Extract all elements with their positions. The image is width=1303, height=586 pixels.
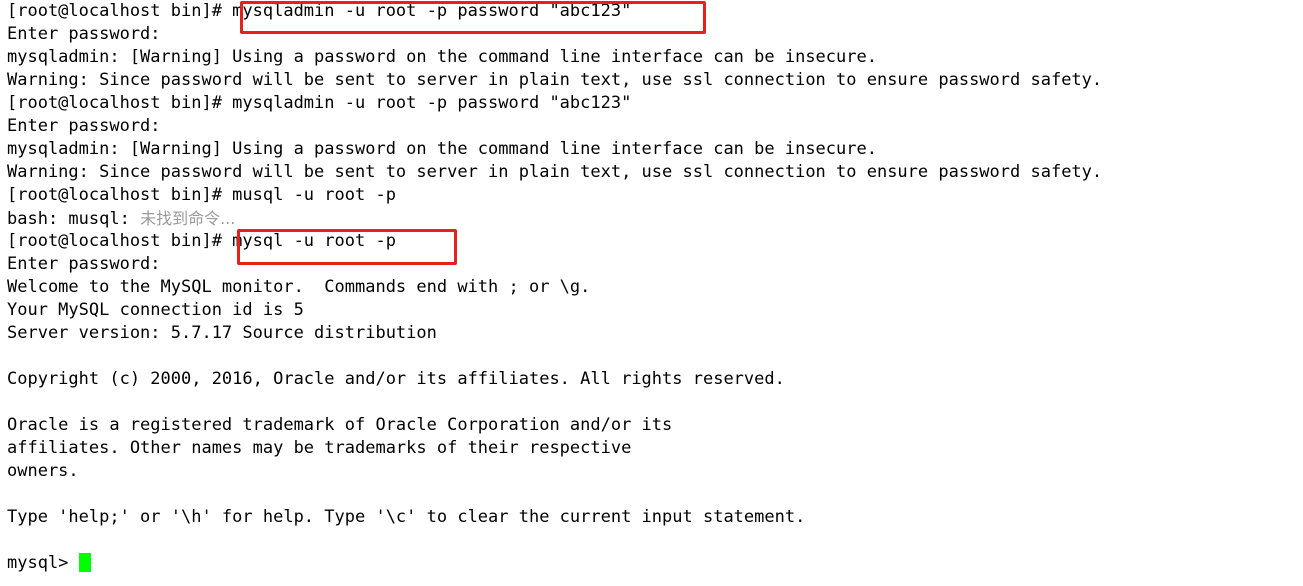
terminal-line-text: [root@localhost bin]# mysql -u root -p <box>7 231 396 251</box>
terminal-line-output: Welcome to the MySQL monitor. Commands e… <box>7 276 1297 299</box>
terminal-line-text: Warning: Since password will be sent to … <box>7 70 1103 90</box>
terminal-line-output: affiliates. Other names may be trademark… <box>7 437 1297 460</box>
terminal-line-text: Enter password: <box>7 254 161 274</box>
terminal-line-text-cjk: 未找到命令... <box>140 209 236 228</box>
terminal-line-text: Copyright (c) 2000, 2016, Oracle and/or … <box>7 369 785 389</box>
terminal-line-text: Warning: Since password will be sent to … <box>7 162 1103 182</box>
terminal-line-command: [root@localhost bin]# mysqladmin -u root… <box>7 92 1297 115</box>
terminal-line-output: Type 'help;' or '\h' for help. Type '\c'… <box>7 506 1297 529</box>
terminal-line-text: Enter password: <box>7 24 161 44</box>
terminal-line-output: Copyright (c) 2000, 2016, Oracle and/or … <box>7 368 1297 391</box>
terminal-line-output: Your MySQL connection id is 5 <box>7 299 1297 322</box>
terminal-window[interactable]: [root@localhost bin]# mysqladmin -u root… <box>0 0 1303 586</box>
terminal-line-command: [root@localhost bin]# musql -u root -p <box>7 184 1297 207</box>
terminal-line-text: Server version: 5.7.17 Source distributi… <box>7 323 437 343</box>
terminal-line-output: Server version: 5.7.17 Source distributi… <box>7 322 1297 345</box>
terminal-line-output: owners. <box>7 460 1297 483</box>
terminal-line-text: Enter password: <box>7 116 161 136</box>
terminal-line-text: owners. <box>7 461 79 481</box>
terminal-line-text: bash: musql: <box>7 209 141 229</box>
terminal-line-text: Welcome to the MySQL monitor. Commands e… <box>7 277 591 297</box>
terminal-line-warning: mysqladmin: [Warning] Using a password o… <box>7 46 1297 69</box>
terminal-line-output: Enter password: <box>7 115 1297 138</box>
terminal-line-command: [root@localhost bin]# mysql -u root -p <box>7 230 1297 253</box>
terminal-line-text: Your MySQL connection id is 5 <box>7 300 304 320</box>
terminal-line-text: [root@localhost bin]# musql -u root -p <box>7 185 396 205</box>
terminal-line-text: mysqladmin: [Warning] Using a password o… <box>7 47 877 67</box>
terminal-line-output: Enter password: <box>7 23 1297 46</box>
terminal-line-output: Enter password: <box>7 253 1297 276</box>
terminal-line-output: Oracle is a registered trademark of Orac… <box>7 414 1297 437</box>
terminal-line-warning: Warning: Since password will be sent to … <box>7 69 1297 92</box>
terminal-line-text: [root@localhost bin]# mysqladmin -u root… <box>7 1 632 21</box>
terminal-line-command: [root@localhost bin]# mysqladmin -u root… <box>7 0 1297 23</box>
terminal-line-text: [root@localhost bin]# mysqladmin -u root… <box>7 93 632 113</box>
terminal-line-text: mysql> <box>7 553 79 573</box>
terminal-line-text: affiliates. Other names may be trademark… <box>7 438 632 458</box>
terminal-line-text: mysqladmin: [Warning] Using a password o… <box>7 139 877 159</box>
terminal-line-warning: mysqladmin: [Warning] Using a password o… <box>7 138 1297 161</box>
terminal-output: [root@localhost bin]# mysqladmin -u root… <box>7 0 1297 575</box>
terminal-line-warning: Warning: Since password will be sent to … <box>7 161 1297 184</box>
text-cursor <box>78 553 91 572</box>
terminal-line-error: bash: musql: 未找到命令... <box>7 207 1297 230</box>
terminal-line-text: Type 'help;' or '\h' for help. Type '\c'… <box>7 507 806 527</box>
terminal-line-prompt: mysql> <box>7 552 1297 575</box>
terminal-line-text: Oracle is a registered trademark of Orac… <box>7 415 673 435</box>
